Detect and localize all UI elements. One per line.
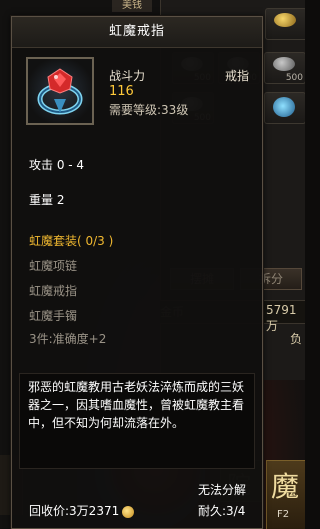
silver-ingot-icon (273, 57, 295, 71)
inventory-slot[interactable] (265, 8, 305, 40)
item-name: 虹魔戒指 (12, 17, 262, 48)
set-name: 虹魔套装( 0/3 ) (29, 234, 114, 248)
power-label: 战斗力 (109, 69, 146, 83)
red-gem-ring-icon (26, 57, 94, 125)
recycle-price: 回收价:3万2371 (29, 504, 120, 518)
weight-stat: 重量 2 (29, 193, 65, 207)
background-tab[interactable]: 美钱 (112, 0, 152, 12)
item-description: 邪恶的虹魔教用古老妖法淬炼而成的三妖器之一，因其嗜血魔性，曾被虹魔教主看中，但不… (28, 380, 245, 430)
ring-icon (273, 97, 295, 117)
set-item: 虹魔项链 (29, 259, 78, 273)
gold-ingot-icon (274, 13, 296, 27)
game-screen: 美钱 500 500 500 500 摆摊 拆分 金币 5791万 负 335 … (0, 0, 305, 529)
item-tooltip: 虹魔戒指 战斗力 116 需要等级:33级 戒指 攻击 0 - 4 重量 2 虹… (11, 16, 263, 529)
inventory-slot[interactable]: 500 (264, 52, 305, 84)
slot-count: 500 (285, 73, 303, 83)
hotkey-label: F2 (277, 509, 290, 520)
description-box: 邪恶的虹魔教用古老妖法淬炼而成的三妖器之一，因其嗜血魔性，曾被虹魔教主看中，但不… (19, 373, 255, 469)
skill-glyph: 魔 (271, 470, 300, 503)
power-value: 116 (109, 84, 134, 99)
set-item: 虹魔手镯 (29, 309, 78, 323)
set-item: 虹魔戒指 (29, 284, 78, 298)
inventory-slot[interactable] (264, 92, 305, 124)
recycle-price-row: 回收价:3万2371 (29, 502, 135, 519)
item-type: 戒指 (225, 69, 250, 83)
attack-stat: 攻击 0 - 4 (29, 158, 85, 172)
coin-icon (122, 505, 135, 518)
weight-label-cut: 负 (290, 332, 303, 346)
skill-slot-f2[interactable]: 魔 F2 (266, 460, 305, 529)
set-bonus: 3件:准确度+2 (29, 332, 107, 346)
level-requirement: 需要等级:33级 (109, 103, 189, 117)
unsplittable-note: 无法分解 (198, 483, 247, 497)
durability: 耐久:3/4 (198, 504, 246, 518)
